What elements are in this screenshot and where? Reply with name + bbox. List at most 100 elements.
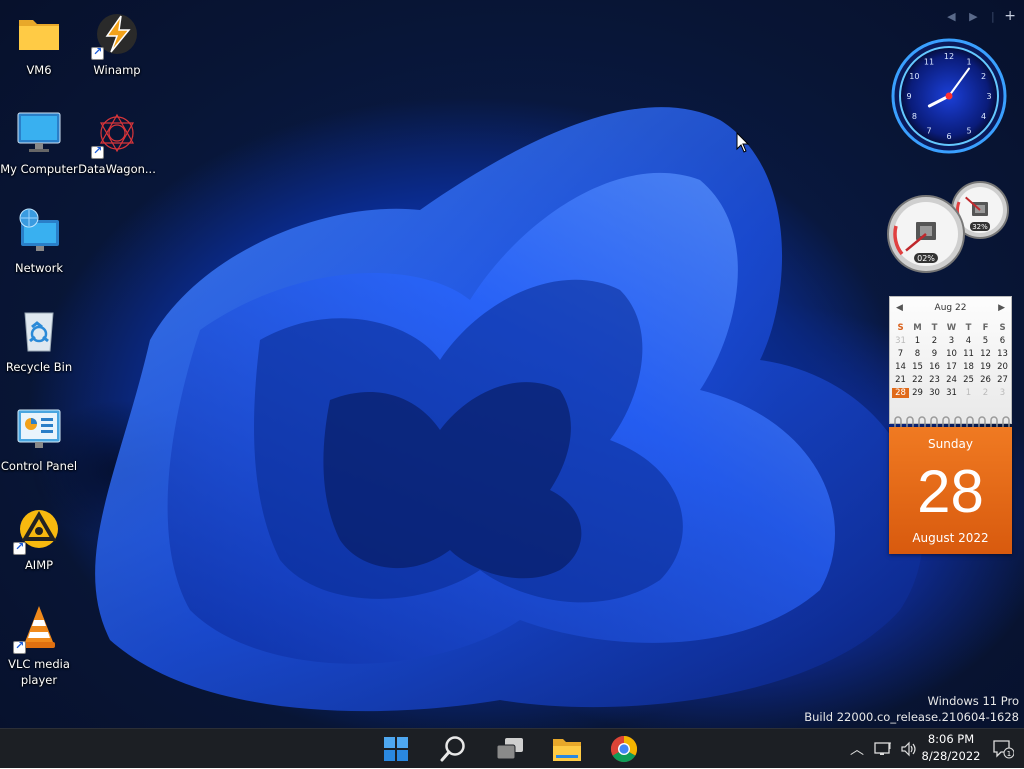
taskbar-date: 8/28/2022 [921,749,981,763]
calendar-day-cell[interactable]: 26 [977,375,994,385]
clock-numeral: 12 [944,52,954,61]
calendar-day-cell[interactable]: 7 [892,349,909,359]
calendar-day-cell[interactable]: 23 [926,375,943,385]
desktop-icon-datawagon[interactable]: DataWagon... [78,109,156,177]
calendar-weekday-header: S [999,322,1006,333]
search-icon [440,736,465,762]
system-tray: ︿ [850,729,918,769]
shortcut-arrow-icon [91,144,104,159]
calendar-gadget[interactable]: ◀ Aug 22 ▶ S M T W T F S 31 1 2 3 4 5 6 7 8 9 10 11 12 13 14 1… [889,296,1012,554]
calendar-day-cell[interactable]: 1 [909,336,926,346]
calendar-day-cell[interactable]: 20 [994,362,1011,372]
start-button[interactable] [376,733,416,765]
clock-numeral: 2 [981,72,986,81]
add-gadget-icon[interactable]: + [1004,8,1016,24]
desktop-icon-label: VLC media player [8,657,70,687]
calendar-day-view: Sunday 28 August 2022 [889,427,1012,554]
gadget-bar-controls: ◀ ▶ | + [947,8,1016,24]
calendar-day-cell[interactable]: 18 [960,362,977,372]
calendar-day-cell[interactable]: 29 [909,388,926,398]
calendar-day-cell[interactable]: 9 [926,349,943,359]
notification-count: 1 [1007,750,1011,758]
clock-gadget[interactable]: 12 1 2 3 4 5 6 7 8 9 10 11 [889,37,1009,157]
calendar-day-cell[interactable]: 1 [960,388,977,398]
shortcut-arrow-icon [13,639,26,654]
calendar-day-cell[interactable]: 17 [943,362,960,372]
cpu-meter-gadget[interactable]: 32% 02% [886,180,1012,274]
desktop-icon-vlc[interactable]: VLC media player [0,604,78,688]
aimp-icon [13,505,63,555]
calendar-day-cell[interactable]: 15 [909,362,926,372]
desktop-icon-recycle-bin[interactable]: Recycle Bin [0,307,78,375]
calendar-day-cell[interactable]: 30 [926,388,943,398]
divider: | [991,10,995,23]
next-month-icon[interactable]: ▶ [998,303,1005,313]
calendar-day-cell[interactable]: 12 [977,349,994,359]
desktop-icon-label: Control Panel [0,459,78,473]
calendar-weekday-header: T [931,322,938,333]
notification-center-button[interactable]: 1 [992,729,1014,769]
calendar-day-cell[interactable]: 27 [994,375,1011,385]
calendar-day-cell[interactable]: 13 [994,349,1011,359]
calendar-month-label: Aug 22 [934,303,967,313]
desktop-icon-label: Network [14,261,64,275]
calendar-day-cell[interactable]: 3 [943,336,960,346]
search-button[interactable] [433,733,473,765]
network-status-icon[interactable] [874,741,892,757]
desktop-icon-my-computer[interactable]: My Computer [0,109,78,177]
calendar-day-cell[interactable]: 2 [977,388,994,398]
calendar-day-cell[interactable]: 11 [960,349,977,359]
calendar-day-cell[interactable]: 24 [943,375,960,385]
previous-month-icon[interactable]: ◀ [896,303,903,313]
show-hidden-icons-chevron-up-icon[interactable]: ︿ [850,739,864,759]
chrome-button[interactable] [604,733,644,765]
calendar-weekday-header: T [965,322,972,333]
calendar-day-cell[interactable]: 31 [943,388,960,398]
file-explorer-icon [553,739,581,761]
desktop-icon-winamp[interactable]: Winamp [78,10,156,78]
calendar-day-cell[interactable]: 19 [977,362,994,372]
ram-percent-label: 32% [972,223,988,231]
desktop-icon-aimp[interactable]: AIMP [0,505,78,573]
calendar-day-cell[interactable]: 6 [994,336,1011,346]
shortcut-arrow-icon [91,45,104,60]
calendar-month-year: August 2022 [912,531,989,545]
calendar-day-cell[interactable]: 28 [892,387,909,398]
desktop-icon-label: AIMP [24,558,54,572]
desktop-icon-control-panel[interactable]: Control Panel [0,406,78,474]
calendar-day-cell[interactable]: 3 [994,388,1011,398]
calendar-day-cell[interactable]: 10 [943,349,960,359]
calendar-day-cell[interactable]: 16 [926,362,943,372]
calendar-day-cell[interactable]: 31 [892,336,909,346]
desktop[interactable]: VM6 Winamp My Computer DataWagon... Netw… [0,0,1024,728]
clock-numeral: 11 [924,57,934,66]
chrome-icon [610,735,638,763]
calendar-grid: S M T W T F S 31 1 2 3 4 5 6 7 8 9 10 11 12 13 14 15 16 17 18 19 20… [892,321,1011,399]
desktop-icon-vm6[interactable]: VM6 [0,10,78,78]
shortcut-arrow-icon [13,540,26,555]
calendar-day-cell[interactable]: 4 [960,336,977,346]
calendar-day-cell[interactable]: 22 [909,375,926,385]
clock-numeral: 1 [966,57,971,66]
clock-numeral: 5 [966,127,971,136]
calendar-day-cell[interactable]: 2 [926,336,943,346]
task-view-button[interactable] [490,733,530,765]
file-explorer-button[interactable] [547,733,587,765]
calendar-day-name: Sunday [928,437,973,451]
calendar-day-cell[interactable]: 21 [892,375,909,385]
calendar-day-cell[interactable]: 14 [892,362,909,372]
taskbar-clock[interactable]: 8:06 PM 8/28/2022 [916,731,986,765]
next-arrow-icon[interactable]: ▶ [969,10,977,23]
calendar-day-cell[interactable]: 25 [960,375,977,385]
clock-numeral: 10 [909,72,919,81]
calendar-weekday-header: M [913,322,922,333]
network-icon [15,208,63,256]
calendar-day-cell[interactable]: 8 [909,349,926,359]
calendar-day-cell[interactable]: 5 [977,336,994,346]
clock-numeral: 4 [981,112,986,121]
desktop-icon-network[interactable]: Network [0,208,78,276]
winamp-icon [91,10,141,60]
clock-numeral: 9 [906,92,911,101]
previous-arrow-icon[interactable]: ◀ [947,10,955,23]
desktop-icon-label: DataWagon... [78,162,156,176]
